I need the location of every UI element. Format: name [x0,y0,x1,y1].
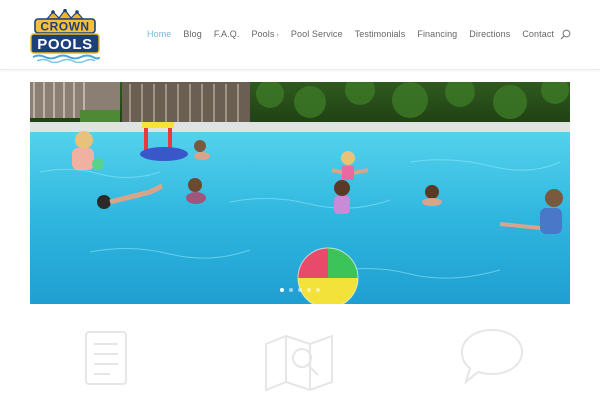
map-search-icon [265,334,333,392]
nav-item-pools-label: Pools [251,29,275,39]
nav-item-directions[interactable]: Directions [469,29,510,39]
site-header: CROWN POOLS Home Blog F.A.Q. Pools › Pool… [0,0,600,70]
slider-dot[interactable] [316,288,320,292]
slider-pagination [30,288,570,292]
search-icon[interactable] [560,29,571,40]
nav-item-blog[interactable]: Blog [183,29,201,39]
nav-item-contact[interactable]: Contact [522,29,554,39]
slider-dot[interactable] [307,288,311,292]
nav-item-home[interactable]: Home [147,29,171,39]
nav-item-testimonials[interactable]: Testimonials [355,29,406,39]
chevron-right-icon: › [276,32,279,39]
nav-item-pool-service[interactable]: Pool Service [291,29,343,39]
main-nav: Home Blog F.A.Q. Pools › Pool Service Tes… [147,22,566,46]
feature-icons-row [0,310,600,400]
document-icon [85,331,127,385]
hero-slider[interactable] [30,82,570,304]
chat-bubble-icon [460,328,524,385]
svg-text:CROWN: CROWN [40,20,89,34]
nav-item-pools[interactable]: Pools › [251,29,278,39]
svg-text:POOLS: POOLS [37,36,93,53]
nav-item-faq[interactable]: F.A.Q. [214,29,240,39]
pool-photo [30,82,570,304]
nav-item-financing[interactable]: Financing [417,29,457,39]
crown-pools-logo[interactable]: CROWN POOLS [29,9,101,63]
slider-dot[interactable] [280,288,284,292]
slider-dot[interactable] [298,288,302,292]
slider-dot[interactable] [289,288,293,292]
